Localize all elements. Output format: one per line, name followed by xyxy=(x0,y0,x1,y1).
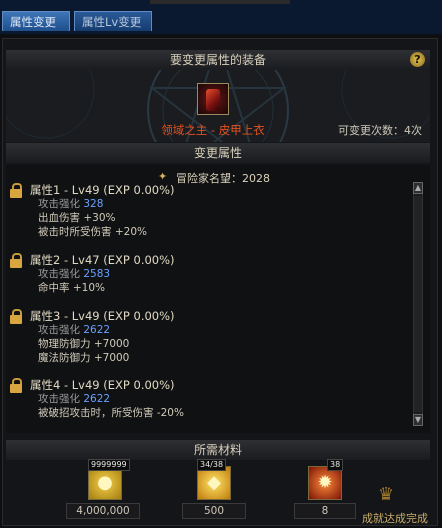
material-crystal[interactable]: 34/38 ◆ xyxy=(197,459,231,500)
material-badge: 38 xyxy=(327,459,344,471)
gold-coins-icon: ● xyxy=(97,472,113,493)
gold-crystal-icon: ◆ xyxy=(207,472,221,493)
achievement-notice[interactable]: 成就达成完成 xyxy=(362,510,428,526)
change-section-title: 变更属性 xyxy=(6,143,430,163)
material-orb[interactable]: 38 ✹ xyxy=(308,459,344,500)
materials-section-title: 所需材料 xyxy=(6,440,430,460)
attribute-line: 被破招攻击时，所受伤害 -20% xyxy=(38,407,184,419)
tab-attribute-level-change[interactable]: 属性Lv变更 xyxy=(74,11,152,31)
equipment-section-title: 要变更属性的装备 xyxy=(6,50,430,70)
attribute-line: 命中率 +10% xyxy=(38,282,105,294)
attribute-line: 攻击强化 328 xyxy=(38,198,104,210)
material-quantity: 4,000,000 xyxy=(66,503,140,519)
lock-icon[interactable] xyxy=(10,183,22,198)
scrollbar-thumb[interactable] xyxy=(414,196,422,412)
attribute-line: 攻击强化 2583 xyxy=(38,268,111,280)
material-badge: 9999999 xyxy=(88,459,130,471)
attribute-line: 被击时所受伤害 +20% xyxy=(38,226,147,238)
scroll-up-button[interactable]: ▲ xyxy=(413,182,423,194)
fire-orb-icon: ✹ xyxy=(317,472,333,493)
material-gold[interactable]: 9999999 ● xyxy=(88,459,130,500)
equipment-slot[interactable] xyxy=(197,83,229,115)
attribute-line: 攻击强化 2622 xyxy=(38,393,111,405)
lock-icon[interactable] xyxy=(10,378,22,393)
lock-icon[interactable] xyxy=(10,253,22,268)
scroll-down-button[interactable]: ▼ xyxy=(413,414,423,426)
top-strip xyxy=(150,0,290,4)
material-quantity: 8 xyxy=(294,503,356,519)
leather-armor-icon xyxy=(206,89,220,111)
attribute-line: 攻击强化 2622 xyxy=(38,324,111,336)
attribute-line: 出血伤害 +30% xyxy=(38,212,116,224)
help-icon[interactable]: ? xyxy=(410,52,425,67)
remaining-changes: 可变更次数：4次 xyxy=(338,124,422,137)
attribute-line: 物理防御力 +7000 xyxy=(38,338,130,350)
trophy-icon[interactable]: ♛ xyxy=(378,485,400,505)
material-badge: 34/38 xyxy=(197,459,227,471)
lock-icon[interactable] xyxy=(10,309,22,324)
tab-attribute-change[interactable]: 属性变更 xyxy=(2,11,70,31)
adventurer-fame: 冒险家名望：2028 xyxy=(176,172,270,185)
attribute-line: 魔法防御力 +7000 xyxy=(38,352,130,364)
equipment-name: 领域之主 - 皮甲上衣 xyxy=(161,123,265,137)
material-quantity: 500 xyxy=(182,503,246,519)
